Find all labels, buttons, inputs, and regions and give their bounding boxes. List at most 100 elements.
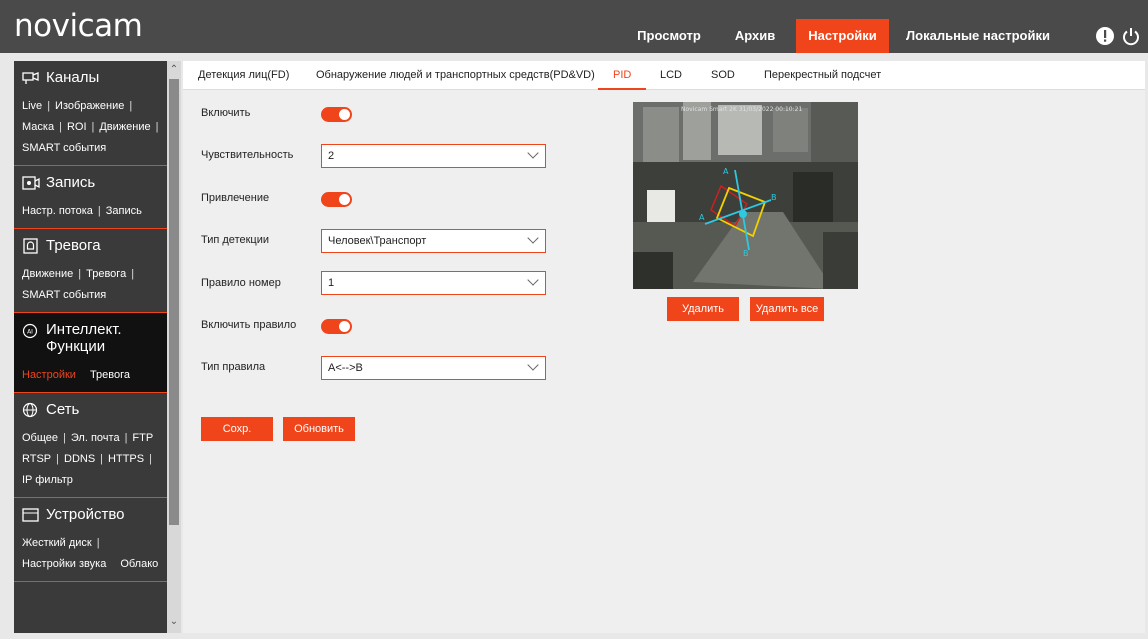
attraction-label: Привлечение [201,192,270,204]
sidebar: Каналы Live | Изображение | Маска | ROI | Движе… [14,61,167,633]
chevron-down-icon [527,274,539,286]
tab-lcd[interactable]: LCD [660,61,682,90]
enable-rule-toggle[interactable] [321,319,352,334]
tab-bar: Детекция лиц(FD) Обнаружение людей и тра… [183,61,1145,90]
delete-button[interactable]: Удалить [667,297,739,321]
sidebar-link-ftp[interactable]: FTP [132,432,153,444]
attraction-toggle[interactable] [321,192,352,207]
sidebar-section-channels: Каналы Live | Изображение | Маска | ROI | Движе… [14,61,167,166]
sidebar-link-audio-settings[interactable]: Настройки звука [22,558,106,570]
camera-preview[interactable]: A B A B Novicam Smart 2K 31/03/2022 00:1… [633,102,858,289]
sidebar-link-live[interactable]: Live [22,100,42,112]
rule-type-label: Тип правила [201,361,266,373]
ai-icon: AI [22,323,38,339]
sidebar-link-alarm-motion[interactable]: Движение [22,268,73,280]
sidebar-link-ddns[interactable]: DDNS [64,453,95,465]
sidebar-link-smart-events[interactable]: SMART события [22,142,106,154]
rule-number-value: 1 [328,277,335,289]
sidebar-link-ip-filter[interactable]: IP фильтр [22,474,73,486]
sidebar-link-https[interactable]: HTTPS [108,453,144,465]
enable-rule-label: Включить правило [201,319,297,331]
rule-number-label: Правило номер [201,277,281,289]
sidebar-link-general[interactable]: Общее [22,432,58,444]
enable-toggle[interactable] [321,107,352,122]
sidebar-link-email[interactable]: Эл. почта [71,432,120,444]
sidebar-section-network: Сеть Общее | Эл. почта | FTP RTSP | DDNS | HTTPS… [14,393,167,498]
rule-number-select[interactable]: 1 [321,271,546,295]
sensitivity-label: Чувствительность [201,149,294,161]
sidebar-section-alarm: Тревога Движение | Тревога | SMART события [14,229,167,313]
nav-archive[interactable]: Архив [722,19,788,53]
tab-pdvd[interactable]: Обнаружение людей и транспортных средств… [316,61,595,90]
power-icon[interactable] [1121,26,1141,46]
sidebar-title-intellect[interactable]: AI Интеллект. Функции [14,313,167,365]
sidebar-link-hdd[interactable]: Жесткий диск [22,537,92,549]
line-label-a1: A [723,167,729,176]
sidebar-scrollbar[interactable]: ⌃ ⌄ [167,61,181,633]
sidebar-title-record-label: Запись [46,174,96,191]
enable-label: Включить [201,107,251,119]
sidebar-link-roi[interactable]: ROI [67,121,87,133]
sidebar-link-intellect-alarm[interactable]: Тревога [90,369,130,381]
sensitivity-value: 2 [328,150,335,162]
save-button[interactable]: Сохр. [201,417,273,441]
line-label-a2: A [699,213,705,222]
refresh-button[interactable]: Обновить [283,417,355,441]
record-icon [22,175,40,190]
line-label-b2: B [771,193,777,202]
sidebar-title-device-label: Устройство [46,506,125,523]
sidebar-title-intellect-line2: Функции [46,338,106,355]
sidebar-link-mask[interactable]: Маска [22,121,54,133]
camera-frame: A B A B Novicam Smart 2K 31/03/2022 00:1… [633,102,858,289]
sidebar-section-intellect: AI Интеллект. Функции Настройки Тревога [14,313,167,393]
sidebar-title-network-label: Сеть [46,401,80,418]
sidebar-scroll-thumb[interactable] [169,79,179,525]
nav-settings[interactable]: Настройки [796,19,889,53]
top-header: novicam Просмотр Архив Настройки Локальн… [0,0,1148,53]
main-panel: Детекция лиц(FD) Обнаружение людей и тра… [183,61,1145,633]
sidebar-title-alarm[interactable]: Тревога [14,229,167,264]
tab-cross-counting[interactable]: Перекрестный подсчет [764,61,881,90]
rule-type-select[interactable]: A<-->B [321,356,546,380]
scroll-up-arrow-icon[interactable]: ⌃ [167,63,181,77]
sidebar-title-alarm-label: Тревога [46,237,101,254]
sidebar-title-channels[interactable]: Каналы [14,61,167,96]
detect-type-select[interactable]: Человек\Транспорт [321,229,546,253]
sidebar-link-alarm-smart-events[interactable]: SMART события [22,289,106,301]
detect-type-label: Тип детекции [201,234,269,246]
svg-text:AI: AI [27,329,33,336]
sidebar-link-cloud[interactable]: Облако [120,558,158,570]
alert-icon[interactable] [1095,26,1115,46]
nav-local-settings[interactable]: Локальные настройки [898,19,1058,53]
sidebar-title-device[interactable]: Устройство [14,498,167,533]
chevron-down-icon [527,147,539,159]
device-icon [22,507,39,522]
rule-type-value: A<-->B [328,362,363,374]
sidebar-link-intellect-settings[interactable]: Настройки [22,369,76,381]
chevron-down-icon [527,232,539,244]
sidebar-link-alarm[interactable]: Тревога [86,268,126,280]
novicam-logo: novicam [14,8,143,44]
sidebar-title-record[interactable]: Запись [14,166,167,201]
alarm-icon [23,237,38,254]
tab-face-detection[interactable]: Детекция лиц(FD) [198,61,289,90]
channels-icon [22,71,39,84]
delete-all-button[interactable]: Удалить все [750,297,824,321]
sidebar-title-network[interactable]: Сеть [14,393,167,428]
sidebar-section-device: Устройство Жесткий диск | Настройки звука… [14,498,167,582]
sidebar-title-channels-label: Каналы [46,69,100,86]
sidebar-link-record[interactable]: Запись [106,205,142,217]
sensitivity-select[interactable]: 2 [321,144,546,168]
sidebar-link-motion[interactable]: Движение [99,121,150,133]
sidebar-link-image[interactable]: Изображение [55,100,124,112]
sidebar-link-rtsp[interactable]: RTSP [22,453,51,465]
tab-sod[interactable]: SOD [711,61,735,90]
tab-pid[interactable]: PID [598,61,647,90]
scroll-down-arrow-icon[interactable]: ⌄ [167,615,181,629]
chevron-down-icon [527,359,539,371]
detect-type-value: Человек\Транспорт [328,235,427,247]
sidebar-link-stream-settings[interactable]: Настр. потока [22,205,93,217]
nav-view[interactable]: Просмотр [626,19,712,53]
sidebar-section-record: Запись Настр. потока | Запись [14,166,167,229]
globe-icon [22,402,38,417]
